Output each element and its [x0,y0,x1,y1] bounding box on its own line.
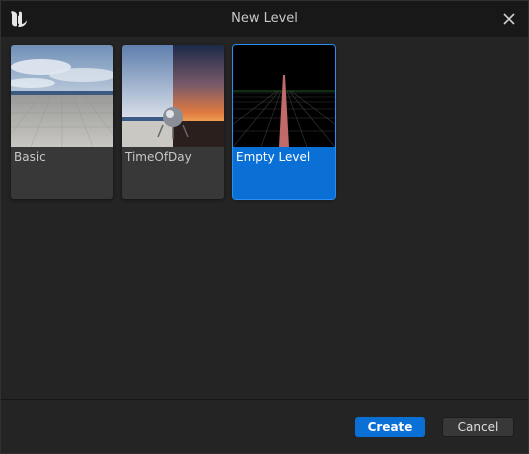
dialog-title: New Level [231,11,298,26]
template-tile-empty-level[interactable]: Empty Level [232,44,336,200]
cancel-button[interactable]: Cancel [442,417,514,437]
create-button[interactable]: Create [355,417,425,437]
template-label: Basic [14,150,46,164]
template-tile-timeofday[interactable]: TimeOfDay [122,45,224,199]
time-of-day-scene-thumbnail [122,45,224,147]
basic-scene-thumbnail [11,45,113,147]
dialog-footer: Create Cancel [1,400,528,453]
template-label: TimeOfDay [125,150,192,164]
title-bar[interactable]: New Level [1,1,528,37]
template-grid: Basic TimeOfDay Empty Level [1,37,528,399]
template-label: Empty Level [236,150,311,164]
empty-level-grid-thumbnail [233,45,335,147]
close-icon[interactable] [500,10,518,28]
new-level-dialog: New Level Basic TimeOfDay Empty Level Cr… [0,0,529,454]
template-tile-basic[interactable]: Basic [11,45,113,199]
